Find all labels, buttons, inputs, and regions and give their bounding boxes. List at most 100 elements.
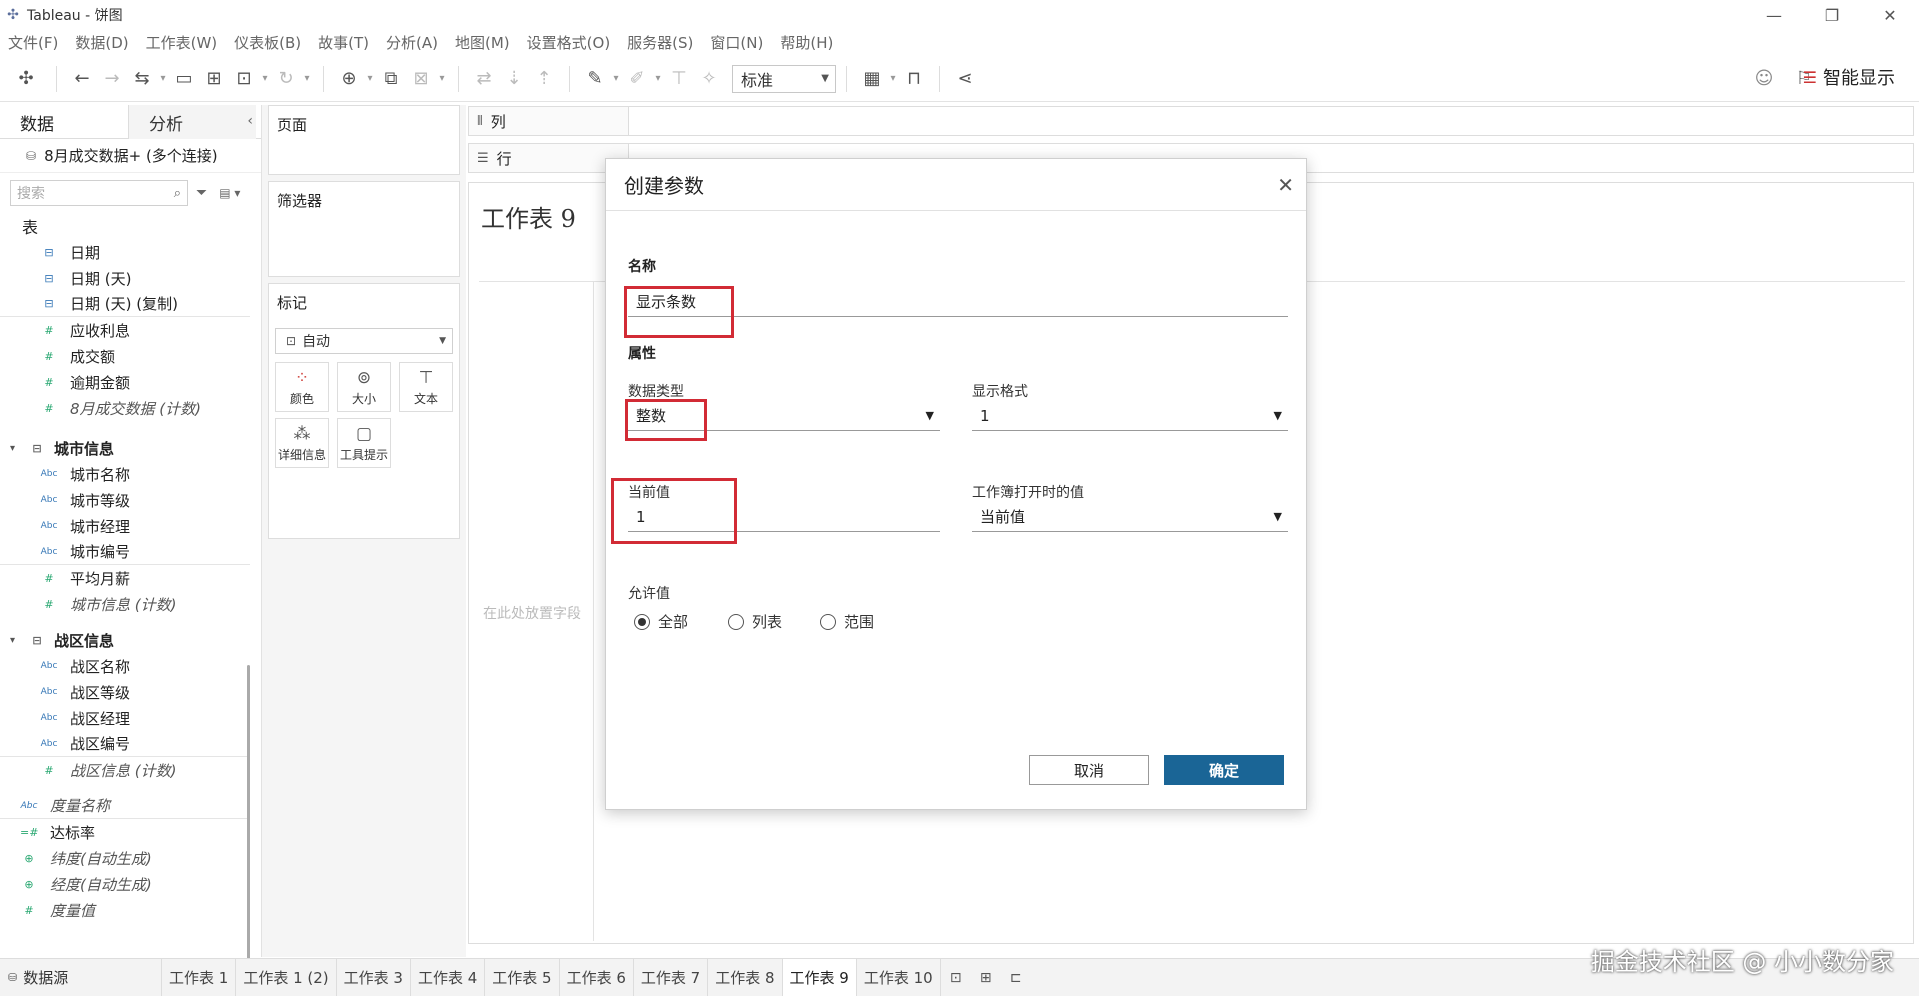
field-item[interactable]: =# 达标率	[0, 819, 250, 845]
field-item[interactable]: ⊟ 日期 (天)	[0, 265, 250, 291]
field-item[interactable]: ⊕ 纬度(自动生成)	[0, 845, 250, 871]
field-item[interactable]: ⊟ 日期	[0, 239, 250, 265]
save-icon[interactable]: ▭	[169, 64, 199, 94]
cancel-button[interactable]: 取消	[1029, 755, 1149, 785]
refresh-icon[interactable]: ↻	[271, 64, 301, 94]
chevron-down-icon[interactable]: ▾	[10, 443, 24, 454]
chevron-down-icon[interactable]: ▾	[887, 64, 899, 94]
sheet-tab[interactable]: 工作表 6	[560, 958, 634, 996]
sheet-tab[interactable]: 工作表 9	[782, 958, 857, 996]
fit-select[interactable]: 标准 ▼	[732, 64, 836, 93]
new-dashboard-icon[interactable]: ⊞	[971, 959, 1001, 996]
data-pane-scrollbar[interactable]	[247, 665, 250, 996]
chevron-down-icon[interactable]: ▾	[610, 64, 622, 94]
detail-button[interactable]: ⁂ 详细信息	[275, 418, 329, 468]
new-worksheet-icon[interactable]: ⊡	[941, 959, 971, 996]
sheet-tab[interactable]: 工作表 5	[485, 958, 560, 996]
field-item[interactable]: Abc 战区编号	[0, 731, 250, 757]
field-item[interactable]: Abc 战区经理	[0, 705, 250, 731]
filters-shelf[interactable]: 筛选器	[268, 181, 460, 277]
ok-button[interactable]: 确定	[1164, 755, 1284, 785]
chevron-down-icon[interactable]: ▾	[436, 64, 448, 94]
highlight-icon[interactable]: ✎	[580, 64, 610, 94]
pause-updates-icon[interactable]: ⊡	[229, 64, 259, 94]
mark-type-select[interactable]: ⊡ 自动 ▼	[275, 328, 453, 354]
sheet-tab[interactable]: 工作表 1	[162, 958, 237, 996]
menu-file[interactable]: 文件(F)	[8, 32, 58, 53]
ask-data-icon[interactable]: ☺	[1749, 64, 1779, 94]
restore-button[interactable]: ❐	[1803, 0, 1861, 30]
menu-server[interactable]: 服务器(S)	[627, 32, 693, 53]
presentation-mode-icon[interactable]: ⊓	[899, 64, 929, 94]
show-mark-labels-icon[interactable]: ⊤	[664, 64, 694, 94]
drop-field-hint[interactable]: 在此处放置字段	[483, 603, 581, 623]
menu-worksheet[interactable]: 工作表(W)	[146, 32, 218, 53]
tableau-home-icon[interactable]: ✣	[6, 64, 46, 94]
group-zone-info[interactable]: ▾ ⊟ 战区信息	[0, 627, 250, 653]
sheet-title[interactable]: 工作表 9	[481, 199, 576, 234]
chevron-down-icon[interactable]: ▾	[259, 64, 271, 94]
display-format-select[interactable]: 1 ▼	[972, 401, 1288, 431]
menu-story[interactable]: 故事(T)	[318, 32, 369, 53]
share-icon[interactable]: ⋖	[950, 64, 980, 94]
chevron-down-icon[interactable]: ▾	[10, 635, 24, 646]
menu-map[interactable]: 地图(M)	[455, 32, 510, 53]
replay-icon[interactable]: ⇆	[127, 64, 157, 94]
tab-analysis[interactable]: 分析	[128, 105, 256, 139]
sheet-tab[interactable]: 工作表 10	[857, 958, 941, 996]
allowable-list-radio[interactable]: 列表	[728, 611, 782, 632]
field-item[interactable]: # 成交额	[0, 343, 250, 369]
collapse-pane-icon[interactable]: ‹	[247, 113, 253, 129]
allowable-all-radio[interactable]: 全部	[634, 611, 688, 632]
field-item[interactable]: Abc 战区等级	[0, 679, 250, 705]
sheet-tab[interactable]: 工作表 1 (2)	[236, 958, 337, 996]
field-item[interactable]: Abc 战区名称	[0, 653, 250, 679]
new-worksheet-icon[interactable]: ⊕	[334, 64, 364, 94]
group-city-info[interactable]: ▾ ⊟ 城市信息	[0, 435, 250, 461]
filter-icon[interactable]: ⏷	[196, 185, 207, 201]
group-members-icon[interactable]: ✐	[622, 64, 652, 94]
chevron-down-icon[interactable]: ▾	[652, 64, 664, 94]
text-button[interactable]: ⊤ 文本	[399, 362, 453, 412]
field-item[interactable]: # 度量值	[0, 897, 250, 923]
chevron-down-icon[interactable]: ▾	[157, 64, 169, 94]
field-item[interactable]: #8月成交数据 (计数)	[0, 395, 250, 421]
field-item[interactable]: # 应收利息	[0, 317, 250, 343]
sheet-tab[interactable]: 工作表 4	[411, 958, 486, 996]
add-datasource-icon[interactable]: ⊞	[199, 64, 229, 94]
chevron-down-icon[interactable]: ▾	[301, 64, 313, 94]
menu-analysis[interactable]: 分析(A)	[386, 32, 438, 53]
field-item[interactable]: Abc 城市经理	[0, 513, 250, 539]
view-options-icon[interactable]: ▤ ▾	[219, 186, 240, 200]
menu-dashboard[interactable]: 仪表板(B)	[234, 32, 301, 53]
sort-ascending-icon[interactable]: ⇣	[499, 64, 529, 94]
new-story-icon[interactable]: ⊏	[1001, 959, 1031, 996]
tooltip-button[interactable]: ▢ 工具提示	[337, 418, 391, 468]
columns-shelf[interactable]: ⦀ 列	[468, 106, 1914, 136]
undo-icon[interactable]: ←	[67, 64, 97, 94]
allowable-range-radio[interactable]: 范围	[820, 611, 874, 632]
menu-format[interactable]: 设置格式(O)	[527, 32, 611, 53]
clear-sheet-icon[interactable]: ⊠	[406, 64, 436, 94]
close-window-button[interactable]: ✕	[1861, 0, 1919, 30]
sheet-tab[interactable]: 工作表 3	[337, 958, 411, 996]
sort-descending-icon[interactable]: ⇡	[529, 64, 559, 94]
datasource-tab[interactable]: ⛁ 数据源	[0, 958, 162, 996]
field-item[interactable]: # 逾期金额	[0, 369, 250, 395]
duplicate-sheet-icon[interactable]: ⧉	[376, 64, 406, 94]
close-icon[interactable]: ✕	[1277, 173, 1294, 197]
field-item[interactable]: # 战区信息 (计数)	[0, 757, 250, 783]
menu-help[interactable]: 帮助(H)	[780, 32, 833, 53]
fix-axes-icon[interactable]: ✧	[694, 64, 724, 94]
workbook-open-select[interactable]: 当前值 ▼	[972, 502, 1288, 532]
field-item[interactable]: Abc 城市名称	[0, 461, 250, 487]
field-item[interactable]: ⊟ 日期 (天) (复制)	[0, 291, 250, 317]
show-cards-icon[interactable]: ▦	[857, 64, 887, 94]
field-item[interactable]: Abc 城市等级	[0, 487, 250, 513]
size-button[interactable]: ⊚ 大小	[337, 362, 391, 412]
swap-rows-columns-icon[interactable]: ⇄	[469, 64, 499, 94]
field-item[interactable]: Abc 度量名称	[0, 793, 250, 819]
color-button[interactable]: ⁘ 颜色	[275, 362, 329, 412]
search-input[interactable]: 搜索 ⌕	[10, 180, 188, 206]
field-item[interactable]: # 平均月薪	[0, 565, 250, 591]
